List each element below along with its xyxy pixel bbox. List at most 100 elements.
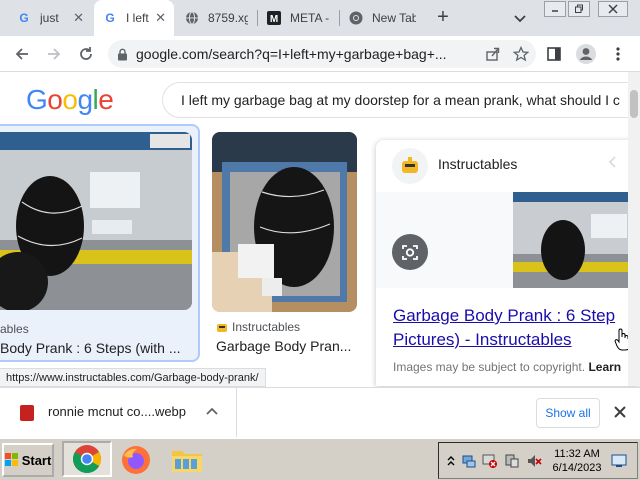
menu-button[interactable]	[606, 42, 630, 66]
show-all-button[interactable]: Show all	[536, 398, 600, 428]
logo-letter: e	[98, 84, 114, 115]
tab-label: New Tab	[372, 11, 416, 25]
back-button[interactable]	[10, 42, 34, 66]
reload-icon	[80, 47, 92, 60]
tab-just[interactable]: G just ✕	[8, 0, 92, 36]
panel-prev-button[interactable]	[606, 154, 618, 175]
tab-label: just	[40, 11, 59, 25]
download-divider	[236, 388, 237, 438]
tab-search-button[interactable]	[512, 10, 528, 26]
arrow-left-icon	[15, 48, 28, 60]
forward-button[interactable]	[42, 42, 66, 66]
garbage-bag-photo	[212, 132, 357, 312]
download-options-button[interactable]	[204, 404, 220, 425]
instructables-robot-icon	[217, 324, 227, 332]
panel-title-link[interactable]: Garbage Body Prank : 6 Step Pictures) - …	[393, 304, 615, 352]
security-alert-icon[interactable]	[479, 453, 501, 469]
tab-8759[interactable]: 8759.xg	[176, 0, 256, 36]
logo-letter: g	[77, 84, 93, 115]
result-title[interactable]: Body Prank : 6 Steps (with ...	[0, 340, 192, 356]
tray-expand-button[interactable]	[443, 454, 459, 468]
chevron-up-icon	[447, 455, 455, 465]
tab-label: META - H	[290, 11, 330, 25]
network-icon[interactable]	[459, 453, 479, 469]
show-desktop-icon[interactable]	[609, 454, 629, 468]
result-source-row[interactable]: Instructables	[216, 320, 300, 334]
restore-icon	[575, 4, 583, 13]
lens-icon	[402, 245, 418, 260]
tab-label: I left	[126, 11, 149, 25]
scrollbar-thumb[interactable]	[630, 90, 638, 118]
share-icon[interactable]	[480, 46, 506, 62]
minimize-icon	[552, 10, 558, 12]
chrome-icon	[73, 445, 101, 473]
panel-title-line: Pictures) - Instructables	[393, 330, 572, 349]
side-panel-icon	[547, 47, 561, 61]
tab-new-tab[interactable]: New Tab	[340, 0, 424, 36]
chevron-left-icon	[608, 156, 616, 168]
profile-button[interactable]	[574, 42, 598, 66]
lock-icon[interactable]	[108, 48, 136, 61]
logo-letter: o	[62, 84, 78, 115]
close-icon[interactable]: ✕	[155, 10, 166, 26]
result-source[interactable]: ables	[0, 322, 29, 336]
close-window-button[interactable]	[598, 1, 628, 17]
link-status-bubble: https://www.instructables.com/Garbage-bo…	[0, 368, 266, 387]
system-tray: 11:32 AM 6/14/2023	[438, 442, 638, 479]
close-icon	[608, 4, 618, 14]
panel-source[interactable]: Instructables	[438, 156, 517, 172]
result-thumbnail[interactable]	[212, 132, 357, 312]
side-panel-button[interactable]	[542, 42, 566, 66]
logo-letter: G	[26, 84, 48, 115]
taskbar-firefox[interactable]	[118, 443, 154, 477]
logo-letter: o	[47, 84, 63, 115]
learn-more-link[interactable]: Learn	[588, 360, 621, 374]
start-label: Start	[21, 452, 52, 468]
address-text: google.com/search?q=I+left+my+garbage+ba…	[136, 46, 447, 62]
clock[interactable]: 11:32 AM 6/14/2023	[545, 447, 609, 475]
close-icon[interactable]: ✕	[73, 10, 84, 26]
avatar-icon	[576, 44, 596, 64]
browser-toolbar: google.com/search?q=I+left+my+garbage+ba…	[0, 36, 640, 72]
download-filename[interactable]: ronnie mcnut co....webp	[48, 404, 186, 419]
image-result-selected[interactable]: ables Body Prank : 6 Steps (with ...	[0, 124, 200, 362]
address-bar[interactable]: google.com/search?q=I+left+my+garbage+ba…	[108, 40, 536, 68]
preview-panel: Instructables Garbage Body Prank: 6 Ste…	[376, 140, 640, 386]
volume-muted-icon[interactable]	[523, 453, 545, 469]
folder-icon	[172, 451, 202, 472]
chevron-up-icon	[206, 407, 218, 415]
reload-button[interactable]	[74, 42, 98, 66]
result-source: Instructables	[232, 320, 301, 334]
result-thumbnail[interactable]	[0, 132, 192, 310]
taskbar-chrome[interactable]	[62, 441, 112, 477]
restore-button[interactable]	[568, 1, 590, 17]
start-button[interactable]: Start	[2, 443, 54, 477]
image-result[interactable]: Instructables Garbage Body Pran...	[212, 132, 358, 364]
page-scrollbar[interactable]	[628, 72, 640, 386]
panel-image[interactable]	[513, 192, 640, 288]
lens-search-button[interactable]	[392, 234, 428, 270]
device-icon[interactable]	[501, 453, 523, 469]
search-input[interactable]: I left my garbage bag at my doorstep for…	[162, 82, 640, 118]
panel-image-area	[376, 192, 640, 288]
result-title[interactable]: Garbage Body Pran...	[216, 338, 358, 354]
minimize-button[interactable]	[544, 1, 566, 17]
clock-date: 6/14/2023	[552, 461, 602, 474]
garbage-bag-photo	[513, 192, 640, 288]
windows-logo-icon	[4, 453, 18, 466]
tab-i-left[interactable]: G I left ✕	[94, 0, 174, 36]
close-icon	[614, 406, 626, 418]
clock-time: 11:32 AM	[554, 447, 600, 460]
tab-meta[interactable]: M META - H	[258, 0, 338, 36]
download-bar: ronnie mcnut co....webp Show all	[0, 387, 640, 438]
bookmark-star-icon[interactable]	[506, 46, 536, 62]
taskbar-explorer[interactable]	[170, 445, 204, 475]
chrome-icon	[348, 10, 364, 26]
kebab-menu-icon	[616, 47, 620, 61]
webp-file-icon	[20, 405, 34, 421]
google-icon: G	[19, 11, 29, 25]
garbage-bag-photo	[0, 132, 192, 310]
close-download-bar-button[interactable]	[612, 404, 628, 425]
google-logo[interactable]: Google	[26, 84, 114, 116]
new-tab-button[interactable]: +	[432, 6, 454, 28]
